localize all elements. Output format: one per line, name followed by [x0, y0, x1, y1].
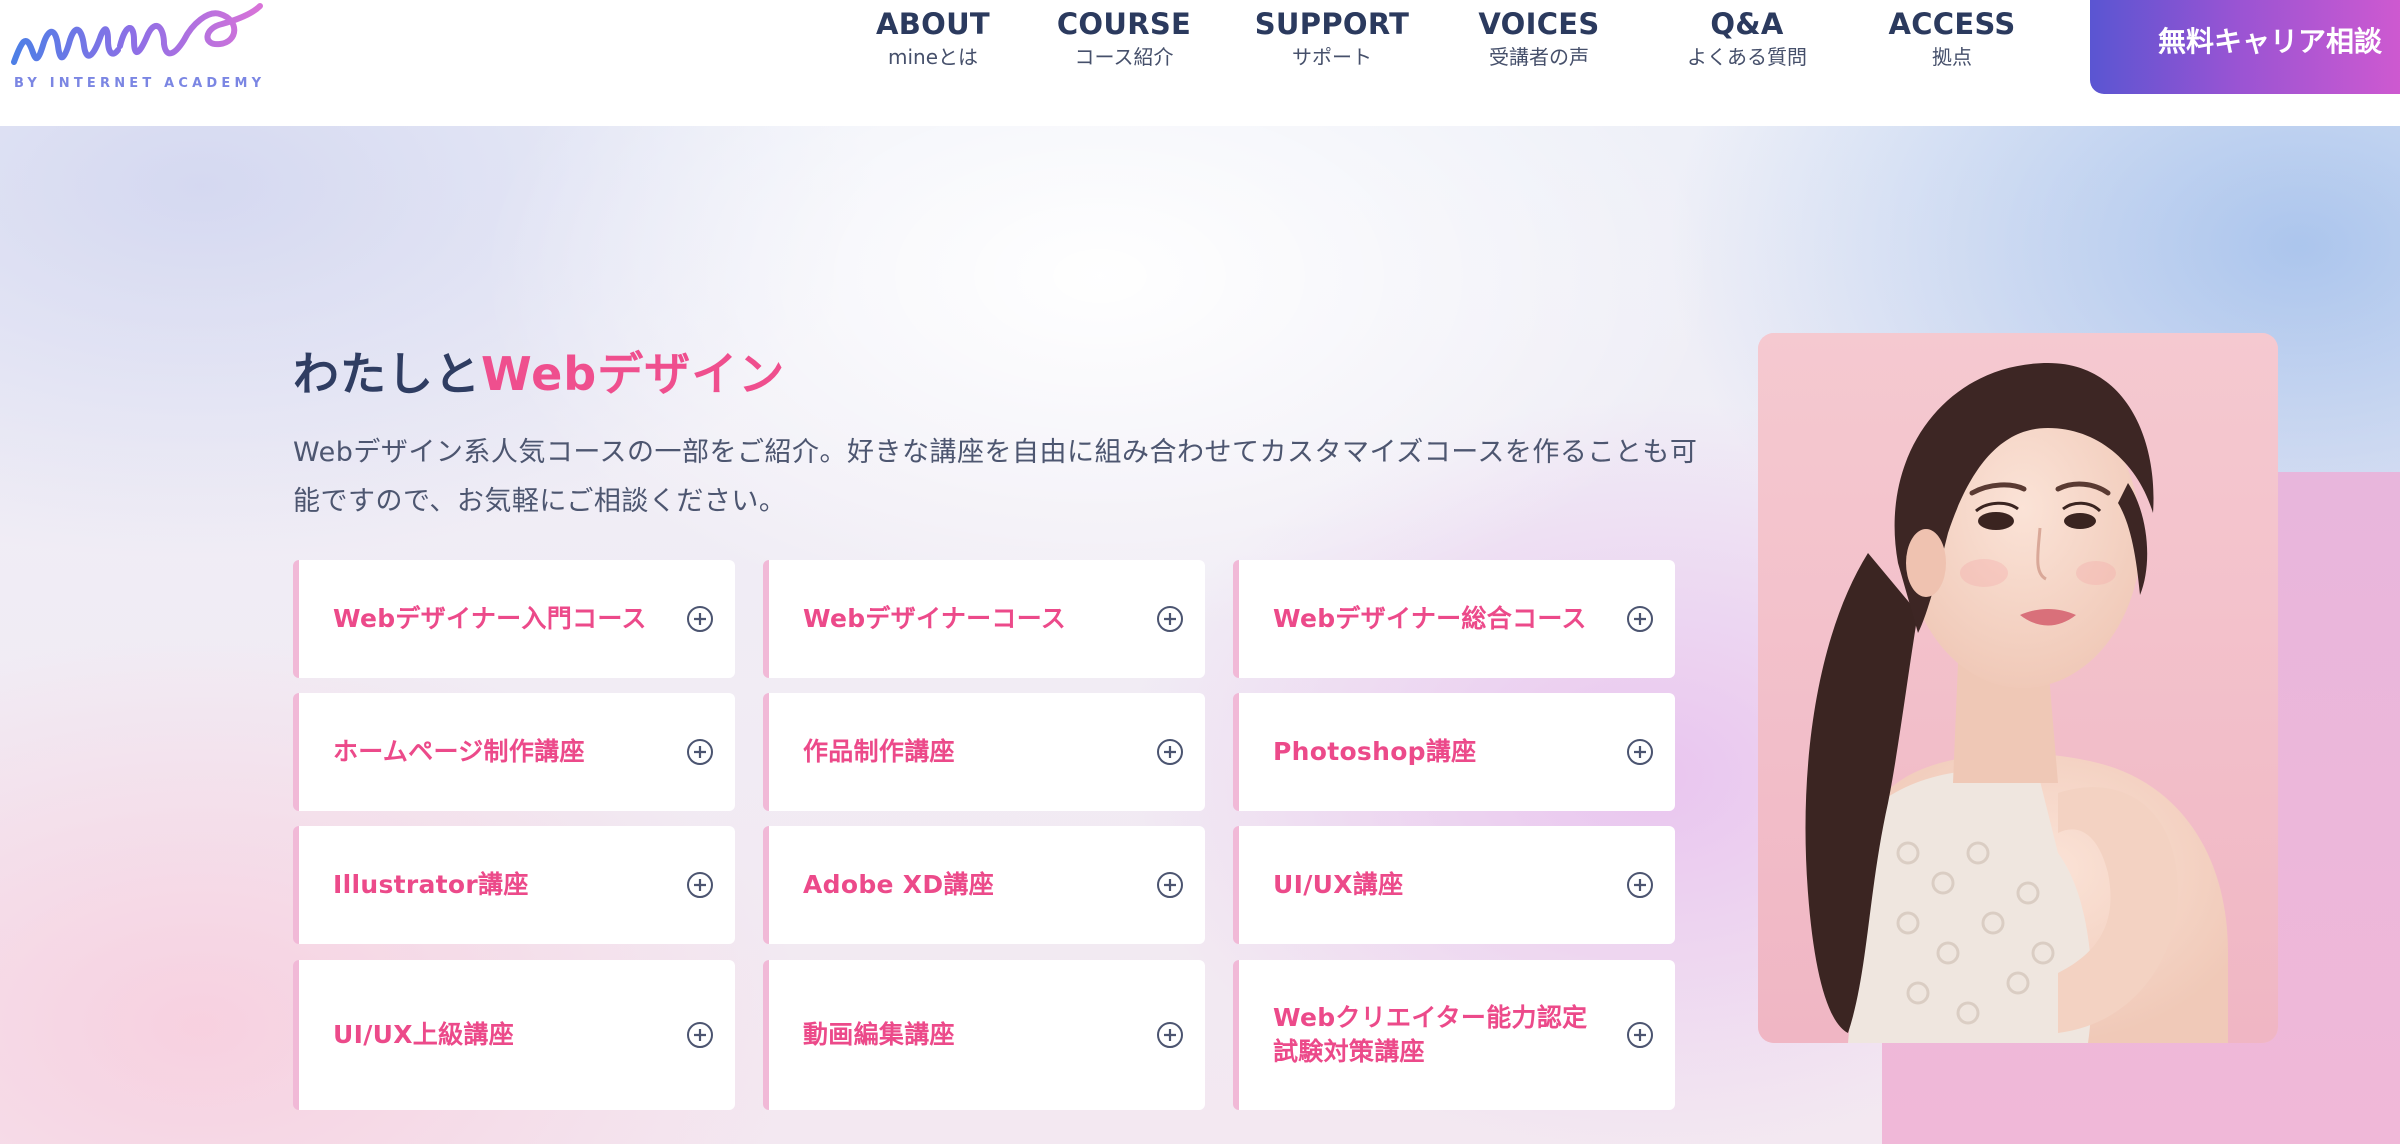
section-title: わたしとWebデザイン	[293, 338, 785, 404]
logo-subtitle: BY INTERNET ACADEMY	[14, 76, 266, 91]
plus-circle-icon	[1157, 739, 1183, 765]
plus-circle-icon	[1627, 872, 1653, 898]
nav-item-course[interactable]: COURSE コース紹介	[1024, 6, 1224, 76]
nav-item-label: ABOUT	[875, 7, 991, 41]
course-button-photoshop[interactable]: Photoshop講座	[1233, 693, 1675, 811]
course-label: Webデザイナー総合コース	[1273, 604, 1587, 633]
course-label: 作品制作講座	[803, 737, 955, 766]
nav-item-voices[interactable]: VOICES 受講者の声	[1439, 6, 1639, 76]
nav-item-label: COURSE	[1056, 7, 1192, 41]
plus-circle-icon	[1157, 1022, 1183, 1048]
nav-item-sublabel: mineとは	[887, 45, 979, 69]
nav-item-label: Q&A	[1710, 7, 1784, 41]
section-title-accent: Webデザイン	[481, 347, 786, 401]
plus-circle-icon	[1157, 872, 1183, 898]
plus-circle-icon	[1627, 1022, 1653, 1048]
course-label: Adobe XD講座	[803, 870, 995, 899]
course-label: Photoshop講座	[1273, 737, 1477, 766]
nav-item-label: ACCESS	[1888, 7, 2016, 41]
course-label: Webクリエイター能力認定試験対策講座	[1273, 1003, 1588, 1066]
portrait-illustration	[1758, 333, 2278, 1043]
section-title-lead: わたしと	[293, 347, 481, 401]
course-button-video-editing[interactable]: 動画編集講座	[763, 960, 1205, 1110]
course-button-illustrator[interactable]: Illustrator講座	[293, 826, 735, 944]
course-button-adobe-xd[interactable]: Adobe XD講座	[763, 826, 1205, 944]
plus-circle-icon	[687, 606, 713, 632]
plus-circle-icon	[687, 1022, 713, 1048]
plus-circle-icon	[1157, 606, 1183, 632]
plus-circle-icon	[687, 739, 713, 765]
nav-item-about[interactable]: ABOUT mineとは	[833, 6, 1033, 76]
course-button-homepage-production[interactable]: ホームページ制作講座	[293, 693, 735, 811]
course-button-web-designer[interactable]: Webデザイナーコース	[763, 560, 1205, 678]
web-design-section: わたしとWebデザイン Webデザイン系人気コースの一部をご紹介。好きな講座を自…	[0, 126, 2400, 1144]
global-nav: ABOUT mineとは COURSE コース紹介 SUPPORT サポート V…	[0, 6, 2400, 76]
course-label: UI/UX上級講座	[333, 1020, 515, 1049]
nav-item-label: VOICES	[1478, 7, 1600, 41]
course-button-web-designer-intro[interactable]: Webデザイナー入門コース	[293, 560, 735, 678]
course-label: ホームページ制作講座	[333, 737, 585, 766]
nav-item-access[interactable]: ACCESS 拠点	[1852, 6, 2052, 76]
nav-item-sublabel: よくある質問	[1687, 45, 1807, 69]
course-label: Webデザイナー入門コース	[333, 604, 647, 633]
nav-item-sublabel: サポート	[1292, 45, 1372, 69]
course-button-ui-ux[interactable]: UI/UX講座	[1233, 826, 1675, 944]
hero-portrait-photo	[1758, 333, 2278, 1043]
course-button-ui-ux-advanced[interactable]: UI/UX上級講座	[293, 960, 735, 1110]
free-career-consultation-button[interactable]: 無料キャリア相談	[2090, 0, 2400, 94]
nav-item-sublabel: コース紹介	[1074, 45, 1174, 69]
course-label: Webデザイナーコース	[803, 604, 1067, 633]
section-description: Webデザイン系人気コースの一部をご紹介。好きな講座を自由に組み合わせてカスタマ…	[293, 437, 1698, 517]
site-header: BY INTERNET ACADEMY ABOUT mineとは COURSE …	[0, 0, 2400, 126]
course-label: UI/UX講座	[1273, 870, 1404, 899]
nav-item-sublabel: 受講者の声	[1489, 45, 1589, 69]
nav-item-sublabel: 拠点	[1932, 45, 1972, 69]
nav-item-support[interactable]: SUPPORT サポート	[1232, 6, 1432, 76]
course-label: Illustrator講座	[333, 870, 529, 899]
course-button-portfolio-production[interactable]: 作品制作講座	[763, 693, 1205, 811]
nav-item-label: SUPPORT	[1254, 7, 1410, 41]
course-button-web-creator-exam-prep[interactable]: Webクリエイター能力認定試験対策講座	[1233, 960, 1675, 1110]
plus-circle-icon	[687, 872, 713, 898]
nav-item-qa[interactable]: Q&A よくある質問	[1647, 6, 1847, 76]
course-label: 動画編集講座	[803, 1020, 955, 1049]
plus-circle-icon	[1627, 739, 1653, 765]
course-button-web-designer-comprehensive[interactable]: Webデザイナー総合コース	[1233, 560, 1675, 678]
plus-circle-icon	[1627, 606, 1653, 632]
